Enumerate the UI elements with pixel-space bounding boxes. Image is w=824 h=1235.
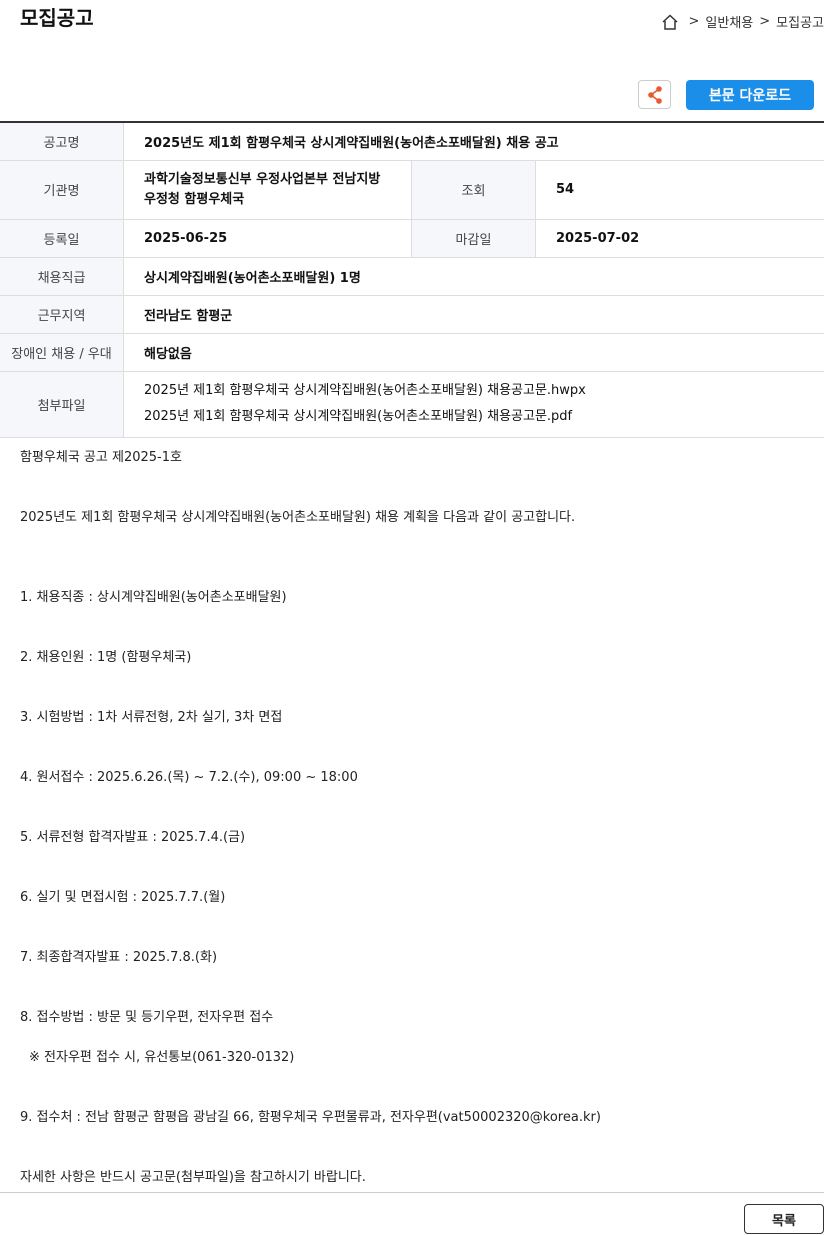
region-value: 전라남도 함평군	[123, 295, 824, 334]
body-item: 9. 접수처 : 전남 함평군 함평읍 광남길 66, 함평우체국 우편물류과,…	[20, 1110, 601, 1125]
agency-label: 기관명	[0, 160, 124, 220]
title-value: 2025년도 제1회 함평우체국 상시계약집배원(농어촌소포배달원) 채용 공고	[123, 122, 824, 161]
deadline-value: 2025-07-02	[535, 219, 824, 258]
body-item: 8. 접수방법 : 방문 및 등기우편, 전자우편 접수	[20, 1010, 274, 1025]
body-item: 2. 채용인원 : 1명 (함평우체국)	[20, 650, 192, 665]
body-item: 1. 채용직종 : 상시계약집배원(농어촌소포배달원)	[20, 590, 287, 605]
position-label: 채용직급	[0, 257, 124, 296]
body-note: ※ 전자우편 접수 시, 유선통보(061-320-0132)	[29, 1050, 295, 1065]
region-label: 근무지역	[0, 295, 124, 334]
body-item: 4. 원서접수 : 2025.6.26.(목) ~ 7.2.(수), 09:00…	[20, 770, 358, 785]
breadcrumb-separator: >	[688, 14, 700, 29]
agency-value: 과학기술정보통신부 우정사업본부 전남지방 우정청 함평우체국	[123, 160, 412, 220]
breadcrumb-separator: >	[759, 14, 771, 29]
notice-number: 함평우체국 공고 제2025-1호	[20, 450, 182, 465]
home-icon[interactable]	[661, 13, 679, 31]
attachment-link-pdf[interactable]: 2025년 제1회 함평우체국 상시계약집배원(농어촌소포배달원) 채용공고문.…	[144, 404, 804, 430]
breadcrumb-item-general-hiring[interactable]: 일반채용	[705, 12, 753, 31]
share-icon	[647, 85, 662, 104]
divider	[0, 1192, 824, 1193]
attachments-list: 2025년 제1회 함평우체국 상시계약집배원(농어촌소포배달원) 채용공고문.…	[123, 371, 824, 438]
views-label: 조회	[411, 160, 536, 220]
agency-value-line: 우정청 함평우체국	[144, 191, 245, 207]
disabled-hiring-value: 해당없음	[123, 333, 824, 372]
list-button[interactable]: 목록	[744, 1204, 824, 1234]
disabled-hiring-label: 장애인 채용 / 우대	[0, 333, 124, 372]
body-closing: 자세한 사항은 반드시 공고문(첨부파일)을 참고하시기 바랍니다.	[20, 1170, 366, 1185]
notice-info-table: 공고명 2025년도 제1회 함평우체국 상시계약집배원(농어촌소포배달원) 채…	[0, 121, 824, 438]
attachment-link-hwpx[interactable]: 2025년 제1회 함평우체국 상시계약집배원(농어촌소포배달원) 채용공고문.…	[144, 378, 804, 404]
body-paragraph: 2025년도 제1회 함평우체국 상시계약집배원(농어촌소포배달원) 채용 계획…	[20, 510, 576, 525]
breadcrumb-item-recruitment[interactable]: 모집공고	[776, 12, 824, 31]
body-item: 6. 실기 및 면접시험 : 2025.7.7.(월)	[20, 890, 226, 905]
agency-value-line: 과학기술정보통신부 우정사업본부 전남지방	[144, 171, 381, 187]
registration-date-value: 2025-06-25	[123, 219, 412, 258]
attachments-label: 첨부파일	[0, 371, 124, 438]
breadcrumb: > 일반채용 > 모집공고	[661, 12, 824, 31]
registration-date-label: 등록일	[0, 219, 124, 258]
body-item: 3. 시험방법 : 1차 서류전형, 2차 실기, 3차 면접	[20, 710, 283, 725]
page-title: 모집공고	[20, 6, 94, 30]
title-label: 공고명	[0, 122, 124, 161]
position-value: 상시계약집배원(농어촌소포배달원) 1명	[123, 257, 824, 296]
body-item: 5. 서류전형 합격자발표 : 2025.7.4.(금)	[20, 830, 246, 845]
share-button[interactable]	[638, 80, 671, 109]
download-body-button[interactable]: 본문 다운로드	[686, 80, 814, 110]
views-value: 54	[535, 160, 824, 220]
body-item: 7. 최종합격자발표 : 2025.7.8.(화)	[20, 950, 218, 965]
deadline-label: 마감일	[411, 219, 536, 258]
